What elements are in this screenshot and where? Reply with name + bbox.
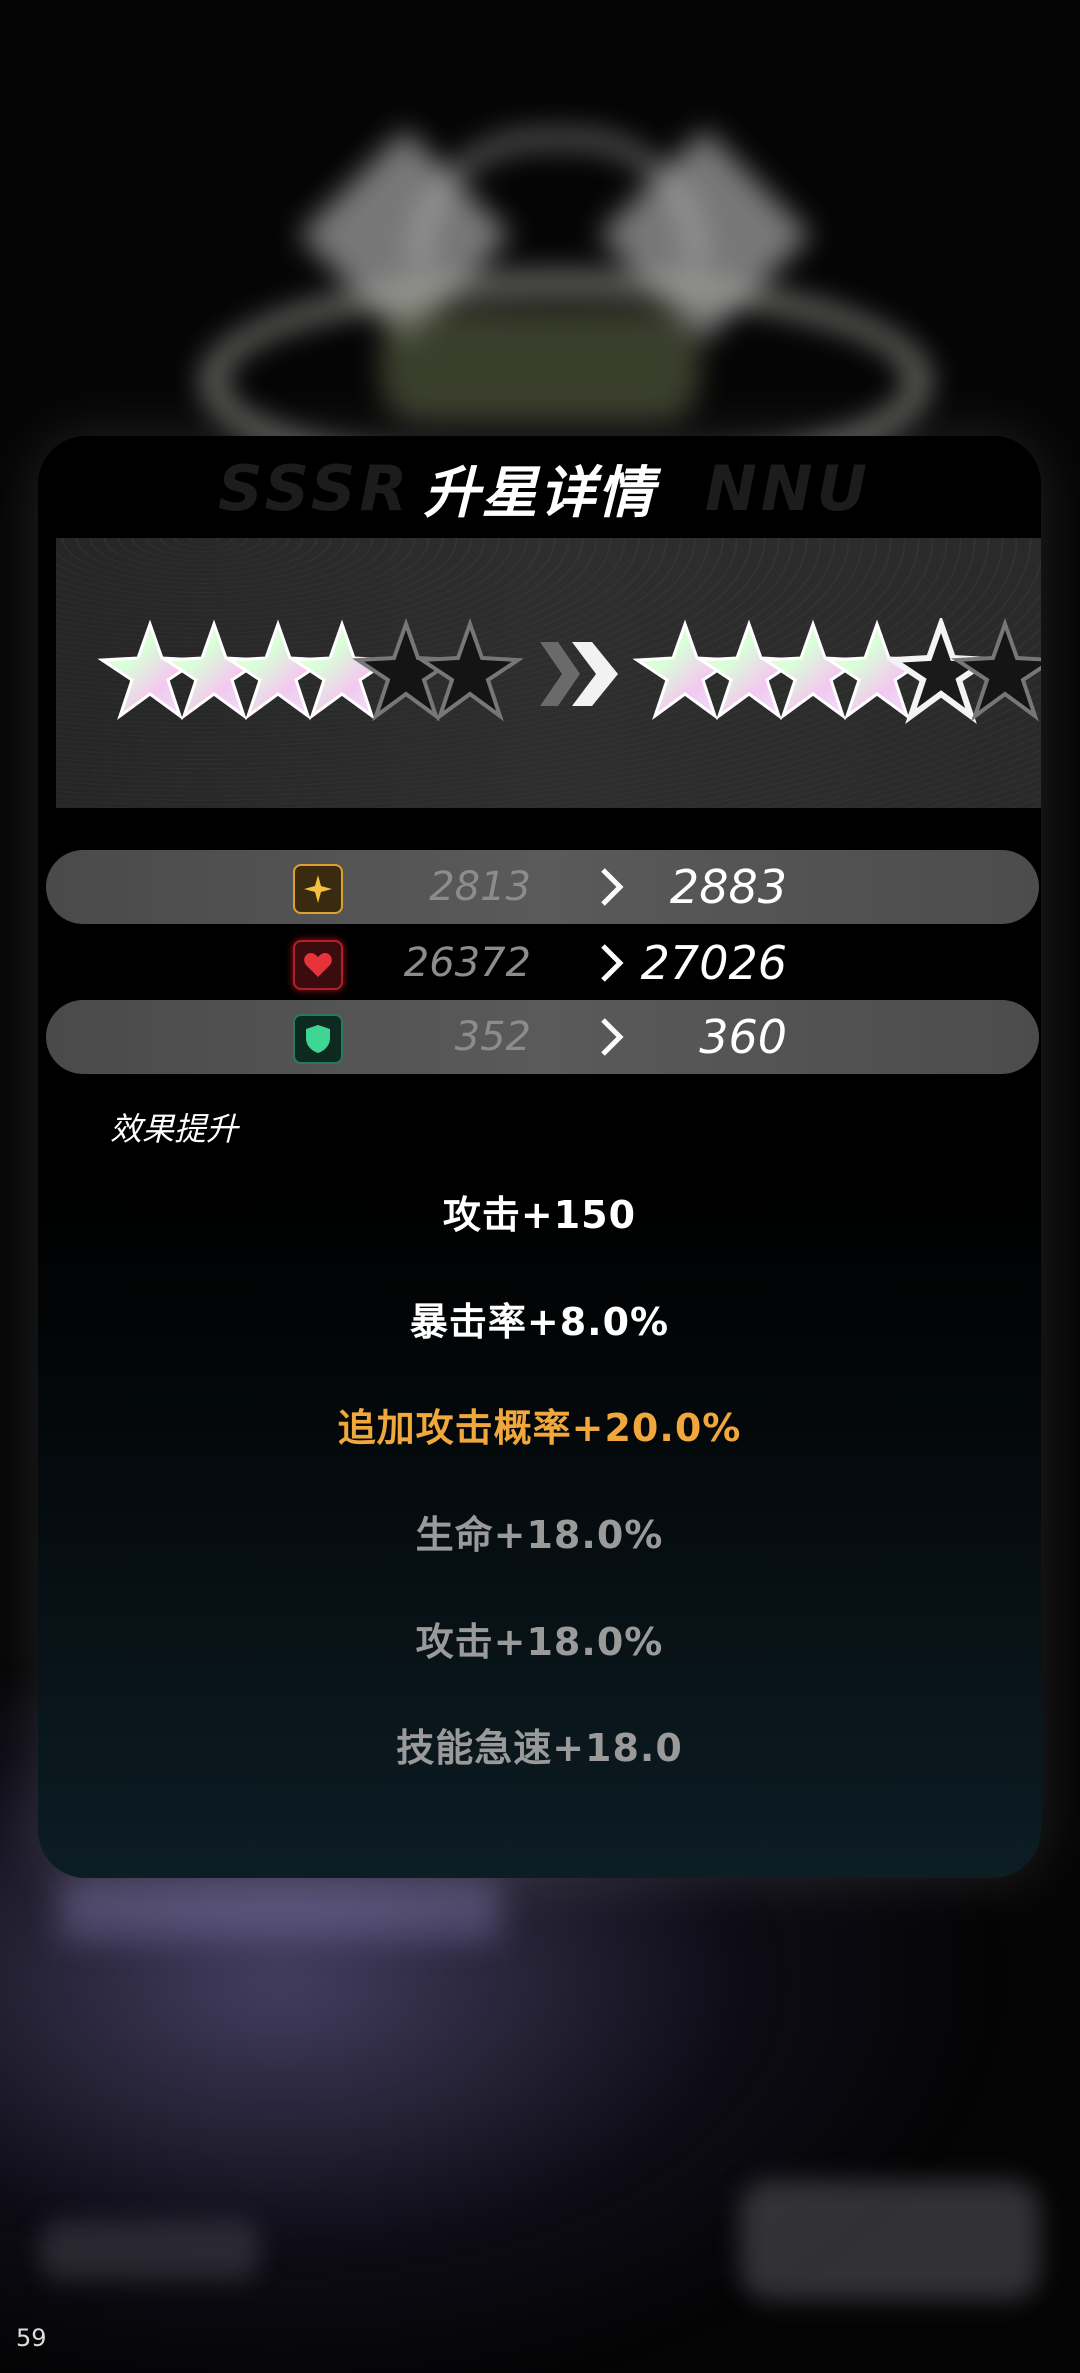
chevron-right-icon [601,944,624,982]
stat-old-value: 2813 [429,864,531,910]
stat-old-value: 26372 [403,940,531,986]
stat-row-health: 26372 27026 [46,926,1039,1000]
page-number: 59 [16,2324,47,2352]
shield-icon [293,1014,343,1064]
star-up-detail-panel: SSSR NNU 升星详情 2813 2883 26372 27026 352 … [38,436,1041,1878]
upgrade-arrow-icon [540,642,618,706]
effects-heading: 效果提升 [110,1110,239,1148]
stat-new-value: 360 [699,1010,787,1064]
stat-new-value: 27026 [640,936,787,990]
star-comparison-banner [56,538,1041,808]
background-label [60,1880,500,1940]
current-star-rating [96,618,524,726]
title-decoration-left: SSSR [218,452,412,525]
empty-star-icon [416,618,524,726]
background-emblem [160,120,932,492]
panel-title: 升星详情 [423,460,656,526]
stat-row-attack: 2813 2883 [46,850,1039,924]
empty-star-icon [951,618,1041,726]
heart-icon [293,940,343,990]
effect-item: 暴击率+8.0% [409,1300,670,1344]
effect-item: 攻击+18.0% [415,1620,664,1664]
effect-item: 攻击+150 [442,1193,637,1237]
background-action-button [740,2180,1040,2300]
effect-item: 技能急速+18.0 [396,1726,683,1770]
chevron-right-icon [601,1018,624,1056]
attack-icon [293,864,343,914]
stat-row-defense: 352 360 [46,1000,1039,1074]
next-star-rating [631,618,1041,726]
stat-new-value: 2883 [669,860,787,914]
effect-item: 生命+18.0% [415,1513,664,1557]
chevron-right-icon [601,868,624,906]
title-decoration-right: NNU [704,452,871,525]
stat-old-value: 352 [454,1014,531,1060]
effect-item: 追加攻击概率+20.0% [337,1406,742,1450]
background-back-control [40,2220,260,2280]
panel-header: SSSR NNU 升星详情 [38,436,1041,540]
